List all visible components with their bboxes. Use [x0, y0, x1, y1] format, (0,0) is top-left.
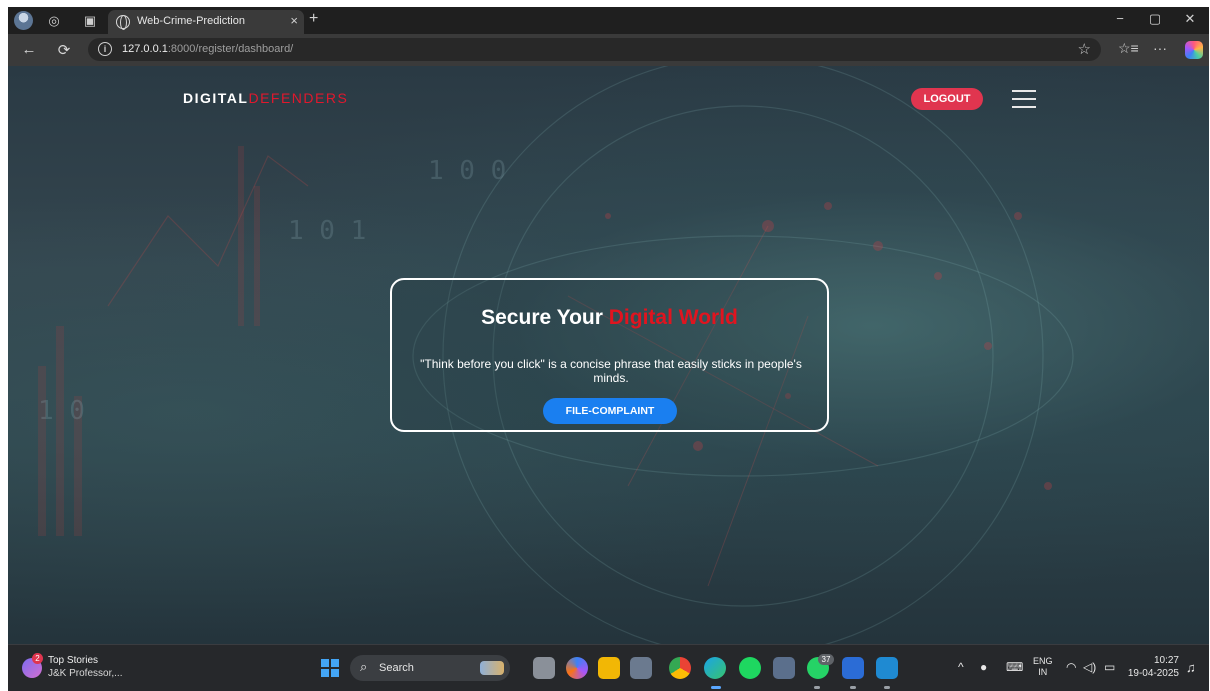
news-subtitle[interactable]: J&K Professor,... — [48, 668, 122, 679]
show-hidden-icons-icon[interactable]: ^ — [958, 660, 964, 674]
running-indicator — [850, 686, 856, 689]
spotify-icon[interactable] — [739, 657, 761, 679]
search-placeholder: Search — [379, 662, 414, 674]
browser-toolbar: ← ⟳ i 127.0.0.1:8000/register/dashboard/… — [8, 34, 1209, 66]
tab-web-crime-prediction[interactable]: Web-Crime-Prediction × — [108, 10, 304, 34]
clock-time: 10:27 — [1153, 655, 1179, 666]
logout-button[interactable]: LOGOUT — [911, 88, 983, 110]
new-tab-button[interactable]: + — [309, 10, 318, 28]
brand-main: DIGITAL — [183, 90, 249, 106]
battery-icon[interactable]: ▭ — [1104, 660, 1115, 674]
news-title[interactable]: Top Stories — [48, 655, 98, 666]
task-view-icon[interactable] — [533, 657, 555, 679]
tab-title: Web-Crime-Prediction — [137, 15, 245, 27]
edge-icon[interactable] — [704, 657, 726, 679]
running-indicator — [814, 686, 820, 689]
copilot-icon[interactable] — [1185, 41, 1203, 59]
search-icon: ⌕ — [360, 659, 368, 674]
hero-quote: "Think before you click" is a concise ph… — [420, 357, 802, 385]
running-indicator — [884, 686, 890, 689]
clock-date: 19-04-2025 — [1127, 668, 1179, 679]
tray-app-icon[interactable]: ● — [980, 660, 987, 674]
hamburger-menu-icon[interactable] — [1012, 90, 1036, 110]
news-badge: 2 — [32, 653, 43, 664]
more-icon[interactable]: ··· — [1153, 40, 1167, 56]
whatsapp-badge: 37 — [818, 654, 834, 665]
windows-start-icon[interactable] — [321, 659, 339, 677]
minimize-icon[interactable]: − — [1105, 11, 1135, 26]
hero-title-accent: Digital World — [608, 306, 738, 329]
photos-app-icon[interactable] — [630, 657, 652, 679]
word-icon[interactable] — [842, 657, 864, 679]
search-highlight-icon — [480, 661, 504, 675]
url-text[interactable]: 127.0.0.1:8000/register/dashboard/ — [122, 43, 293, 55]
chrome-icon[interactable] — [669, 657, 691, 679]
keyboard-icon[interactable]: ⌨ — [1006, 660, 1023, 674]
clock[interactable]: 10:27 19-04-2025 — [1127, 654, 1179, 680]
workspaces-icon[interactable]: ◎ — [44, 11, 64, 31]
favorites-icon[interactable]: ☆≡ — [1118, 40, 1139, 57]
restore-icon[interactable]: ▢ — [1140, 11, 1170, 27]
taskbar-search[interactable]: ⌕ Search — [350, 655, 510, 681]
web-page: 1 0 0 1 0 1 1 0 DIGITALDEFENDERS LOGOUT … — [8, 66, 1209, 644]
refresh-icon[interactable]: ⟳ — [53, 41, 75, 59]
background-digits: 1 0 0 — [428, 156, 507, 186]
profile-avatar-icon[interactable] — [14, 11, 33, 30]
hero-card: Secure Your Digital World "Think before … — [390, 278, 829, 432]
browser-tab-strip: ◎ ▣ Web-Crime-Prediction × + − ▢ ✕ — [8, 7, 1209, 34]
tab-actions-icon[interactable]: ▣ — [80, 11, 100, 31]
background-digits: 1 0 — [38, 396, 85, 426]
store-icon[interactable] — [773, 657, 795, 679]
lang-bottom: IN — [1038, 667, 1048, 677]
address-bar[interactable]: i 127.0.0.1:8000/register/dashboard/ ☆ — [88, 38, 1101, 61]
globe-icon — [116, 15, 130, 30]
url-host: 127.0.0.1 — [122, 43, 168, 55]
wifi-icon[interactable]: ◠ — [1066, 660, 1076, 674]
edge-active-indicator — [711, 686, 721, 689]
site-info-icon[interactable]: i — [98, 42, 112, 56]
vscode-icon[interactable] — [876, 657, 898, 679]
windows-taskbar: 2 Top Stories J&K Professor,... ⌕ Search… — [8, 644, 1209, 691]
copilot-app-icon[interactable] — [566, 657, 588, 679]
hero-title: Secure Your Digital World — [392, 306, 827, 330]
screen: ◎ ▣ Web-Crime-Prediction × + − ▢ ✕ ← ⟳ i… — [8, 7, 1209, 691]
close-window-icon[interactable]: ✕ — [1175, 11, 1205, 27]
brand-accent: DEFENDERS — [248, 90, 349, 106]
favorite-star-icon[interactable]: ☆ — [1078, 40, 1091, 58]
site-brand-logo[interactable]: DIGITALDEFENDERS — [183, 90, 348, 106]
volume-icon[interactable]: ◁) — [1083, 660, 1096, 674]
back-icon[interactable]: ← — [18, 41, 40, 58]
tab-close-icon[interactable]: × — [290, 13, 298, 28]
lang-top: ENG — [1033, 656, 1053, 666]
language-indicator[interactable]: ENG IN — [1033, 656, 1053, 678]
background-digits: 1 0 1 — [288, 216, 367, 246]
url-path: :8000/register/dashboard/ — [167, 43, 294, 55]
hero-title-main: Secure Your — [481, 306, 609, 329]
file-explorer-icon[interactable] — [598, 657, 620, 679]
file-complaint-button[interactable]: FILE-COMPLAINT — [543, 398, 677, 424]
notification-bell-icon[interactable]: ♫ — [1186, 660, 1196, 675]
